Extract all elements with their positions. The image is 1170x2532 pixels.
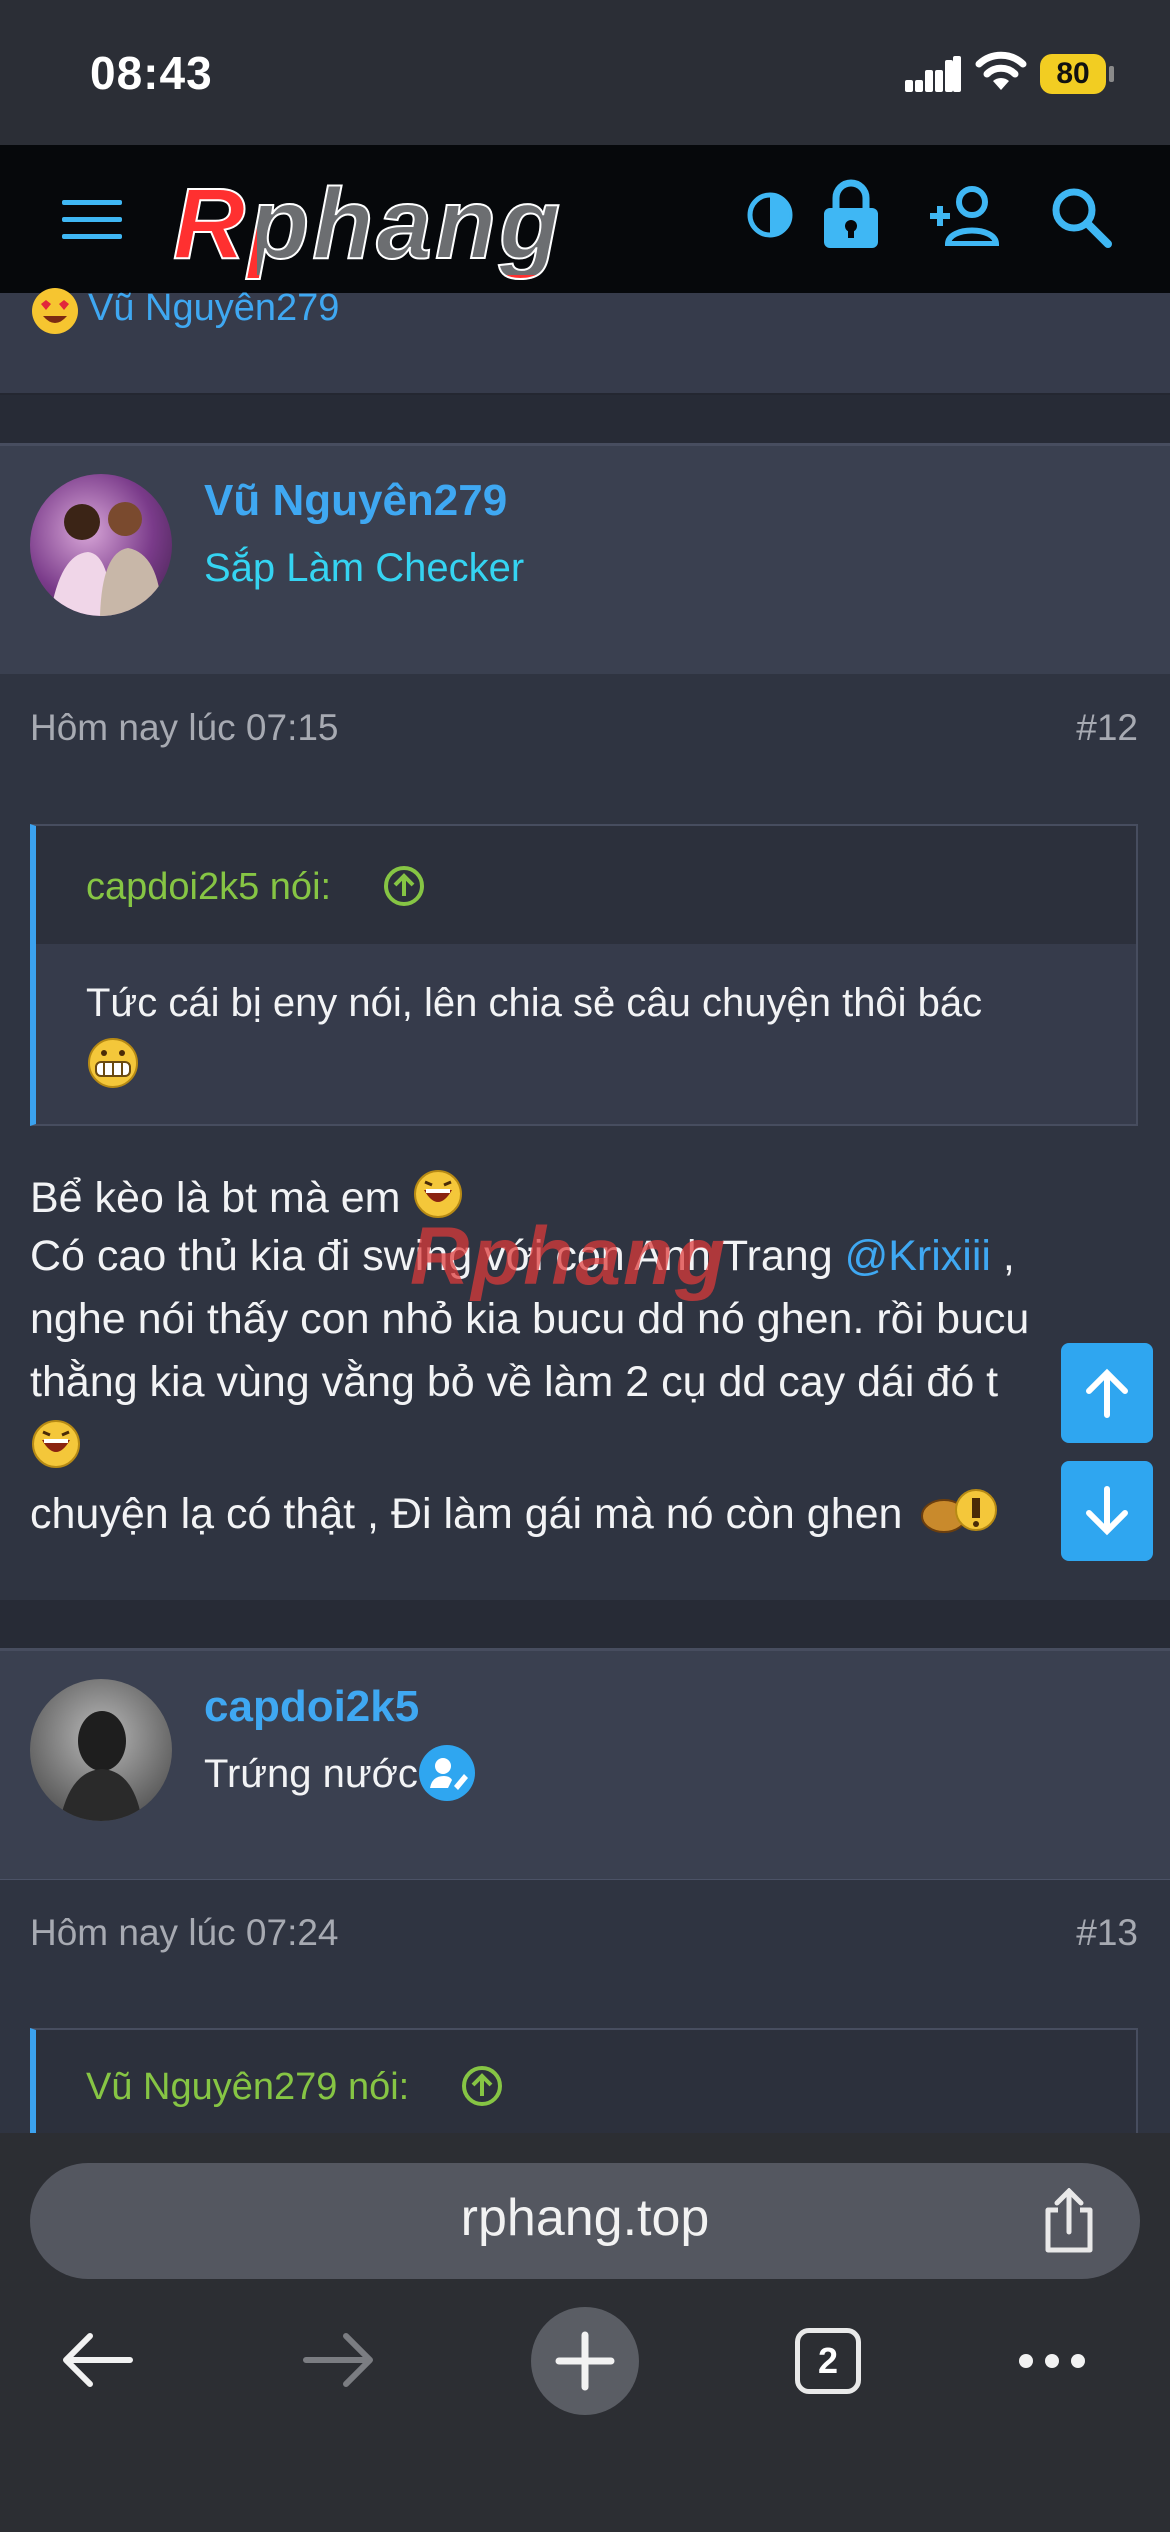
post-date[interactable]: Hôm nay lúc 07:15: [30, 707, 339, 749]
search-icon[interactable]: [1050, 186, 1112, 248]
register-user-icon[interactable]: [928, 186, 1004, 246]
quote-block: capdoi2k5 nói: Tức cái bị eny nói, lên c…: [30, 824, 1138, 1126]
status-time: 08:43: [90, 47, 213, 99]
scroll-to-top-button[interactable]: [1061, 1343, 1153, 1443]
quote-text: Tức cái bị eny nói, lên chia sẻ câu chuy…: [86, 981, 983, 1025]
scroll-to-bottom-button[interactable]: [1061, 1461, 1153, 1561]
avatar[interactable]: [30, 1679, 172, 1821]
arrow-up-circle-icon[interactable]: [382, 864, 426, 908]
site-logo[interactable]: Rphang: [165, 165, 705, 281]
avatar-photo: [60, 1711, 142, 1821]
forward-arrow-icon[interactable]: [302, 2330, 378, 2390]
hamburger-menu-icon[interactable]: [62, 200, 122, 240]
arrow-up-circle-icon[interactable]: [460, 2064, 504, 2108]
love-eyes-emoji-icon: [32, 288, 78, 334]
quote-author[interactable]: capdoi2k5 nói:: [86, 866, 331, 909]
laughing-emoji-icon: [32, 1420, 80, 1468]
message-line: Bể kèo là bt mà em: [30, 1168, 464, 1223]
plus-icon: [555, 2331, 615, 2391]
share-icon[interactable]: [1040, 2188, 1098, 2254]
theme-toggle-icon[interactable]: [745, 190, 795, 240]
quote-block: Vũ Nguyên279 nói:: [30, 2028, 1138, 2148]
user-title: Trứng nước: [204, 1752, 418, 1796]
post-username[interactable]: capdoi2k5: [204, 1682, 419, 1732]
message-text: Bể kèo là bt mà em: [30, 1174, 401, 1222]
battery-tip: [1109, 66, 1114, 82]
post-username[interactable]: Vũ Nguyên279: [204, 476, 507, 526]
post-number[interactable]: #13: [1000, 1912, 1138, 1954]
tab-switcher-button[interactable]: 2: [795, 2328, 861, 2394]
guitar-emoji-icon: [921, 1489, 998, 1533]
verified-user-badge-icon: [419, 1745, 475, 1801]
lock-icon[interactable]: [822, 178, 880, 250]
more-options-icon[interactable]: [1016, 2350, 1088, 2372]
arrow-down-icon: [1086, 1486, 1128, 1536]
post-user-block: [0, 443, 1170, 677]
user-title: Sắp Làm Checker: [204, 546, 525, 590]
post-body: [0, 674, 1170, 1600]
arrow-up-icon: [1086, 1368, 1128, 1418]
quote-author[interactable]: Vũ Nguyên279 nói:: [86, 2066, 409, 2109]
watermark-logo: Rphang: [410, 1211, 728, 1302]
back-arrow-icon[interactable]: [58, 2330, 134, 2390]
post-date[interactable]: Hôm nay lúc 07:24: [30, 1912, 339, 1954]
address-bar-url[interactable]: rphang.top: [0, 2188, 1170, 2248]
message-text: ,: [990, 1232, 1015, 1280]
message-line: chuyện lạ có thật , Đi làm gái mà nó còn…: [30, 1484, 1004, 1540]
new-tab-button[interactable]: [531, 2307, 639, 2415]
grinning-emoji-icon: [88, 1038, 138, 1088]
message-line: thằng kia vùng vằng bỏ về làm 2 cụ dd ca…: [30, 1358, 999, 1406]
avatar[interactable]: [30, 474, 172, 616]
battery-indicator: 80: [1040, 54, 1106, 94]
reaction-user-link[interactable]: Vũ Nguyên279: [88, 287, 339, 330]
post-user-block: [0, 1648, 1170, 1882]
message-text: chuyện lạ có thật , Đi làm gái mà nó còn…: [30, 1490, 903, 1538]
avatar-photo: [50, 502, 162, 616]
wifi-icon: [975, 51, 1027, 90]
user-mention-link[interactable]: @Krixiii: [845, 1232, 991, 1280]
cellular-signal-icon: [905, 56, 961, 92]
post-number[interactable]: #12: [1000, 707, 1138, 749]
logo-tint: [257, 165, 697, 275]
